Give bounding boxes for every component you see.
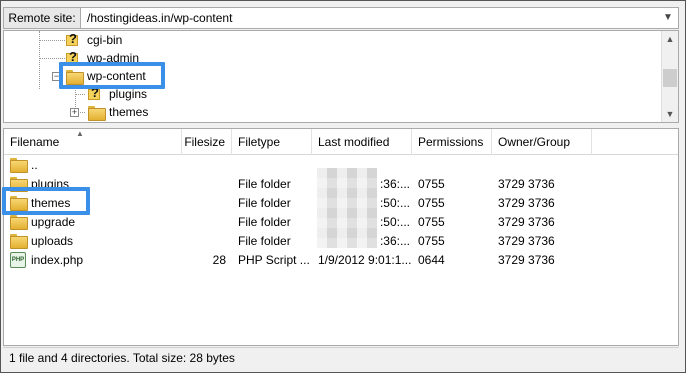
expand-expander-icon[interactable]: + [70,108,79,117]
file-owner: 3729 3736 [498,176,555,191]
scrollbar-thumb[interactable] [663,69,677,87]
file-list-header: Filename ▲ Filesize Filetype Last modifi… [4,129,678,155]
file-owner: 3729 3736 [498,252,555,267]
file-owner: 3729 3736 [498,233,555,248]
column-header-filetype[interactable]: Filetype [232,129,312,155]
folder-icon [10,158,28,173]
file-modified: 1/9/2012 9:01:1... [318,252,412,267]
file-size [182,231,232,250]
file-type: File folder [238,195,291,210]
column-label: Filetype [238,135,281,149]
file-type: PHP Script ... [238,252,310,267]
file-name: upgrade [31,214,76,229]
file-size [182,193,232,212]
pixelated-redaction [317,168,377,248]
highlight-box-wp-content [59,62,165,89]
highlight-box-themes [2,187,90,215]
file-permissions: 0755 [418,214,445,229]
folder-icon [10,215,28,230]
status-bar: 1 file and 4 directories. Total size: 28… [3,347,679,367]
file-size [182,155,232,174]
file-permissions: 0755 [418,176,445,191]
file-name: index.php [31,252,84,267]
tree-item-cgi-bin[interactable]: ? cgi-bin [66,31,122,49]
file-size [182,174,232,193]
tree-item-label: themes [109,105,149,119]
unknown-folder-icon: ? [88,86,104,101]
column-header-permissions[interactable]: Permissions [412,129,492,155]
remote-path-input[interactable]: /hostingideas.in/wp-content ▼ [81,7,679,29]
file-size: 28 [212,252,226,267]
file-owner: 3729 3736 [498,214,555,229]
file-owner [492,155,592,174]
unknown-folder-icon: ? [66,32,82,47]
folder-icon [88,105,106,121]
file-type: File folder [238,233,291,248]
column-label: Filesize [184,135,225,149]
tree-item-themes[interactable]: themes [88,103,148,121]
file-permissions: 0644 [418,252,445,267]
column-header-last-modified[interactable]: Last modified [312,129,412,155]
column-label: Filename [10,135,60,149]
column-label: Permissions [418,135,484,149]
file-permissions [412,155,492,174]
tree-scrollbar[interactable]: ▲ ▼ [661,31,678,122]
scroll-up-icon[interactable]: ▲ [662,31,678,47]
file-type: File folder [238,214,291,229]
column-header-filesize[interactable]: Filesize [182,129,232,155]
remote-site-bar: Remote site: /hostingideas.in/wp-content… [3,7,679,29]
file-size [182,212,232,231]
column-header-owner-group[interactable]: Owner/Group [492,129,592,155]
folder-icon [10,234,28,249]
file-type: File folder [238,176,291,191]
column-label: Last modified [318,135,390,149]
sort-ascending-icon: ▲ [76,129,84,138]
column-header-filename[interactable]: Filename ▲ [4,129,182,155]
file-row-index-php[interactable]: PHP index.php 28 PHP Script ... 1/9/2012 … [4,250,678,269]
file-type [232,155,312,174]
tree-item-label: cgi-bin [87,33,123,47]
file-permissions: 0755 [418,233,445,248]
tree-item-label: plugins [109,87,148,101]
file-owner: 3729 3736 [498,195,555,210]
file-permissions: 0755 [418,195,445,210]
column-label: Owner/Group [498,135,571,149]
file-name: .. [31,157,38,172]
php-file-icon: PHP [10,251,26,268]
chevron-down-icon[interactable]: ▼ [662,11,674,25]
ftp-client-window: Remote site: /hostingideas.in/wp-content… [0,0,686,373]
remote-path-value: /hostingideas.in/wp-content [87,11,233,25]
file-name: uploads [31,233,74,248]
scroll-down-icon[interactable]: ▼ [662,106,678,122]
remote-site-label: Remote site: [3,7,81,29]
